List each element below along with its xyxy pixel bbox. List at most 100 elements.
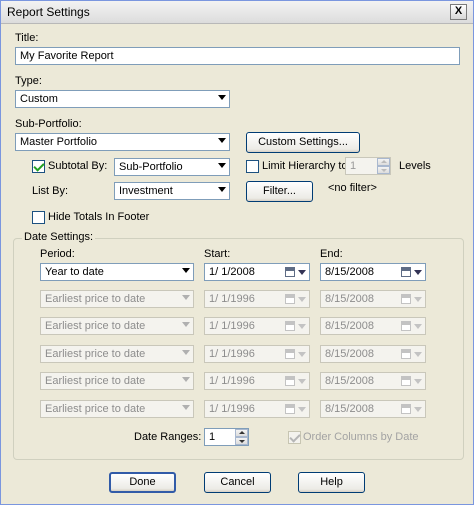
end-date-value: 8/15/2008	[325, 293, 374, 305]
chevron-down-icon	[218, 187, 226, 192]
chevron-down-icon[interactable]	[414, 270, 422, 275]
period-select[interactable]: Earliest price to date	[40, 345, 194, 363]
title-label: Title:	[15, 32, 39, 44]
start-date-picker[interactable]: 1/ 1/1996	[204, 345, 310, 363]
calendar-icon	[285, 294, 295, 304]
type-select[interactable]: Custom	[15, 90, 230, 108]
start-date-value: 1/ 1/1996	[209, 348, 255, 360]
start-header: Start:	[204, 248, 231, 260]
hide-totals-checkbox[interactable]	[32, 211, 45, 224]
end-date-picker[interactable]: 8/15/2008	[320, 263, 426, 281]
end-date-picker[interactable]: 8/15/2008	[320, 400, 426, 418]
filter-status: <no filter>	[328, 182, 377, 194]
calendar-icon[interactable]	[401, 267, 411, 277]
chevron-down-icon	[414, 297, 422, 302]
type-select-value: Custom	[20, 93, 58, 105]
spin-up-icon[interactable]	[235, 429, 248, 437]
chevron-down-icon	[298, 297, 306, 302]
end-date-picker[interactable]: 8/15/2008	[320, 345, 426, 363]
calendar-icon[interactable]	[285, 267, 295, 277]
chevron-down-icon	[298, 407, 306, 412]
chevron-down-icon	[218, 163, 226, 168]
order-columns-checkbox[interactable]	[288, 431, 301, 444]
chevron-down-icon	[414, 379, 422, 384]
chevron-down-icon	[298, 379, 306, 384]
subtotal-label: Subtotal By:	[48, 160, 108, 172]
chevron-down-icon[interactable]	[298, 270, 306, 275]
title-input[interactable]: My Favorite Report	[15, 47, 460, 65]
custom-settings-button[interactable]: Custom Settings...	[246, 132, 360, 153]
subportfolio-select[interactable]: Master Portfolio	[15, 133, 230, 151]
spinner-buttons[interactable]	[235, 429, 248, 445]
chevron-down-icon	[182, 322, 190, 327]
subtotal-select[interactable]: Sub-Portfolio	[114, 158, 230, 176]
subportfolio-label: Sub-Portfolio:	[15, 118, 82, 130]
period-select[interactable]: Earliest price to date	[40, 290, 194, 308]
chevron-down-icon	[414, 407, 422, 412]
chevron-down-icon	[298, 352, 306, 357]
chevron-down-icon	[218, 95, 226, 100]
period-select[interactable]: Earliest price to date	[40, 400, 194, 418]
period-select[interactable]: Year to date	[40, 263, 194, 281]
hide-totals-label: Hide Totals In Footer	[48, 211, 150, 223]
chevron-down-icon	[182, 295, 190, 300]
start-date-value: 1/ 1/2008	[209, 266, 255, 278]
start-date-picker[interactable]: 1/ 1/1996	[204, 400, 310, 418]
period-value: Earliest price to date	[45, 403, 146, 415]
date-ranges-spinner[interactable]: 1	[204, 428, 249, 446]
cancel-button[interactable]: Cancel	[204, 472, 271, 493]
start-date-value: 1/ 1/1996	[209, 403, 255, 415]
end-header: End:	[320, 248, 343, 260]
report-settings-dialog: Report Settings X Title: My Favorite Rep…	[0, 0, 474, 505]
list-by-select[interactable]: Investment	[114, 182, 230, 200]
start-date-value: 1/ 1/1996	[209, 320, 255, 332]
period-value: Year to date	[45, 266, 104, 278]
end-date-value: 8/15/2008	[325, 375, 374, 387]
period-select[interactable]: Earliest price to date	[40, 317, 194, 335]
chevron-down-icon	[182, 350, 190, 355]
end-date-picker[interactable]: 8/15/2008	[320, 372, 426, 390]
limit-hierarchy-label: Limit Hierarchy to	[262, 160, 348, 172]
period-value: Earliest price to date	[45, 375, 146, 387]
start-date-value: 1/ 1/1996	[209, 375, 255, 387]
limit-hierarchy-value: 1	[350, 160, 357, 172]
chevron-down-icon	[414, 352, 422, 357]
done-button[interactable]: Done	[109, 472, 176, 493]
calendar-icon	[401, 321, 411, 331]
chevron-down-icon	[182, 268, 190, 273]
calendar-icon	[285, 321, 295, 331]
limit-hierarchy-checkbox[interactable]	[246, 160, 259, 173]
calendar-icon	[401, 294, 411, 304]
start-date-picker[interactable]: 1/ 1/1996	[204, 290, 310, 308]
spin-down-icon[interactable]	[235, 437, 248, 445]
end-date-value: 8/15/2008	[325, 403, 374, 415]
spin-down-icon[interactable]	[377, 166, 390, 174]
subtotal-select-value: Sub-Portfolio	[119, 161, 183, 173]
subportfolio-select-value: Master Portfolio	[20, 136, 98, 148]
list-by-select-value: Investment	[119, 185, 173, 197]
type-label: Type:	[15, 75, 42, 87]
calendar-icon	[285, 349, 295, 359]
chevron-down-icon	[298, 324, 306, 329]
date-settings-caption: Date Settings:	[22, 231, 96, 243]
filter-button[interactable]: Filter...	[246, 181, 313, 202]
start-date-picker[interactable]: 1/ 1/2008	[204, 263, 310, 281]
close-icon[interactable]: X	[450, 4, 467, 20]
start-date-picker[interactable]: 1/ 1/1996	[204, 317, 310, 335]
help-button[interactable]: Help	[298, 472, 365, 493]
list-by-label: List By:	[32, 185, 69, 197]
end-date-value: 8/15/2008	[325, 348, 374, 360]
end-date-picker[interactable]: 8/15/2008	[320, 317, 426, 335]
spin-up-icon[interactable]	[377, 158, 390, 166]
date-ranges-label: Date Ranges:	[134, 431, 202, 443]
calendar-icon	[285, 376, 295, 386]
date-ranges-value: 1	[209, 431, 216, 443]
period-select[interactable]: Earliest price to date	[40, 372, 194, 390]
end-date-picker[interactable]: 8/15/2008	[320, 290, 426, 308]
subtotal-checkbox[interactable]	[32, 160, 45, 173]
start-date-picker[interactable]: 1/ 1/1996	[204, 372, 310, 390]
end-date-value: 8/15/2008	[325, 320, 374, 332]
chevron-down-icon	[218, 138, 226, 143]
spinner-buttons[interactable]	[377, 158, 390, 174]
limit-hierarchy-spinner[interactable]: 1	[345, 157, 391, 175]
